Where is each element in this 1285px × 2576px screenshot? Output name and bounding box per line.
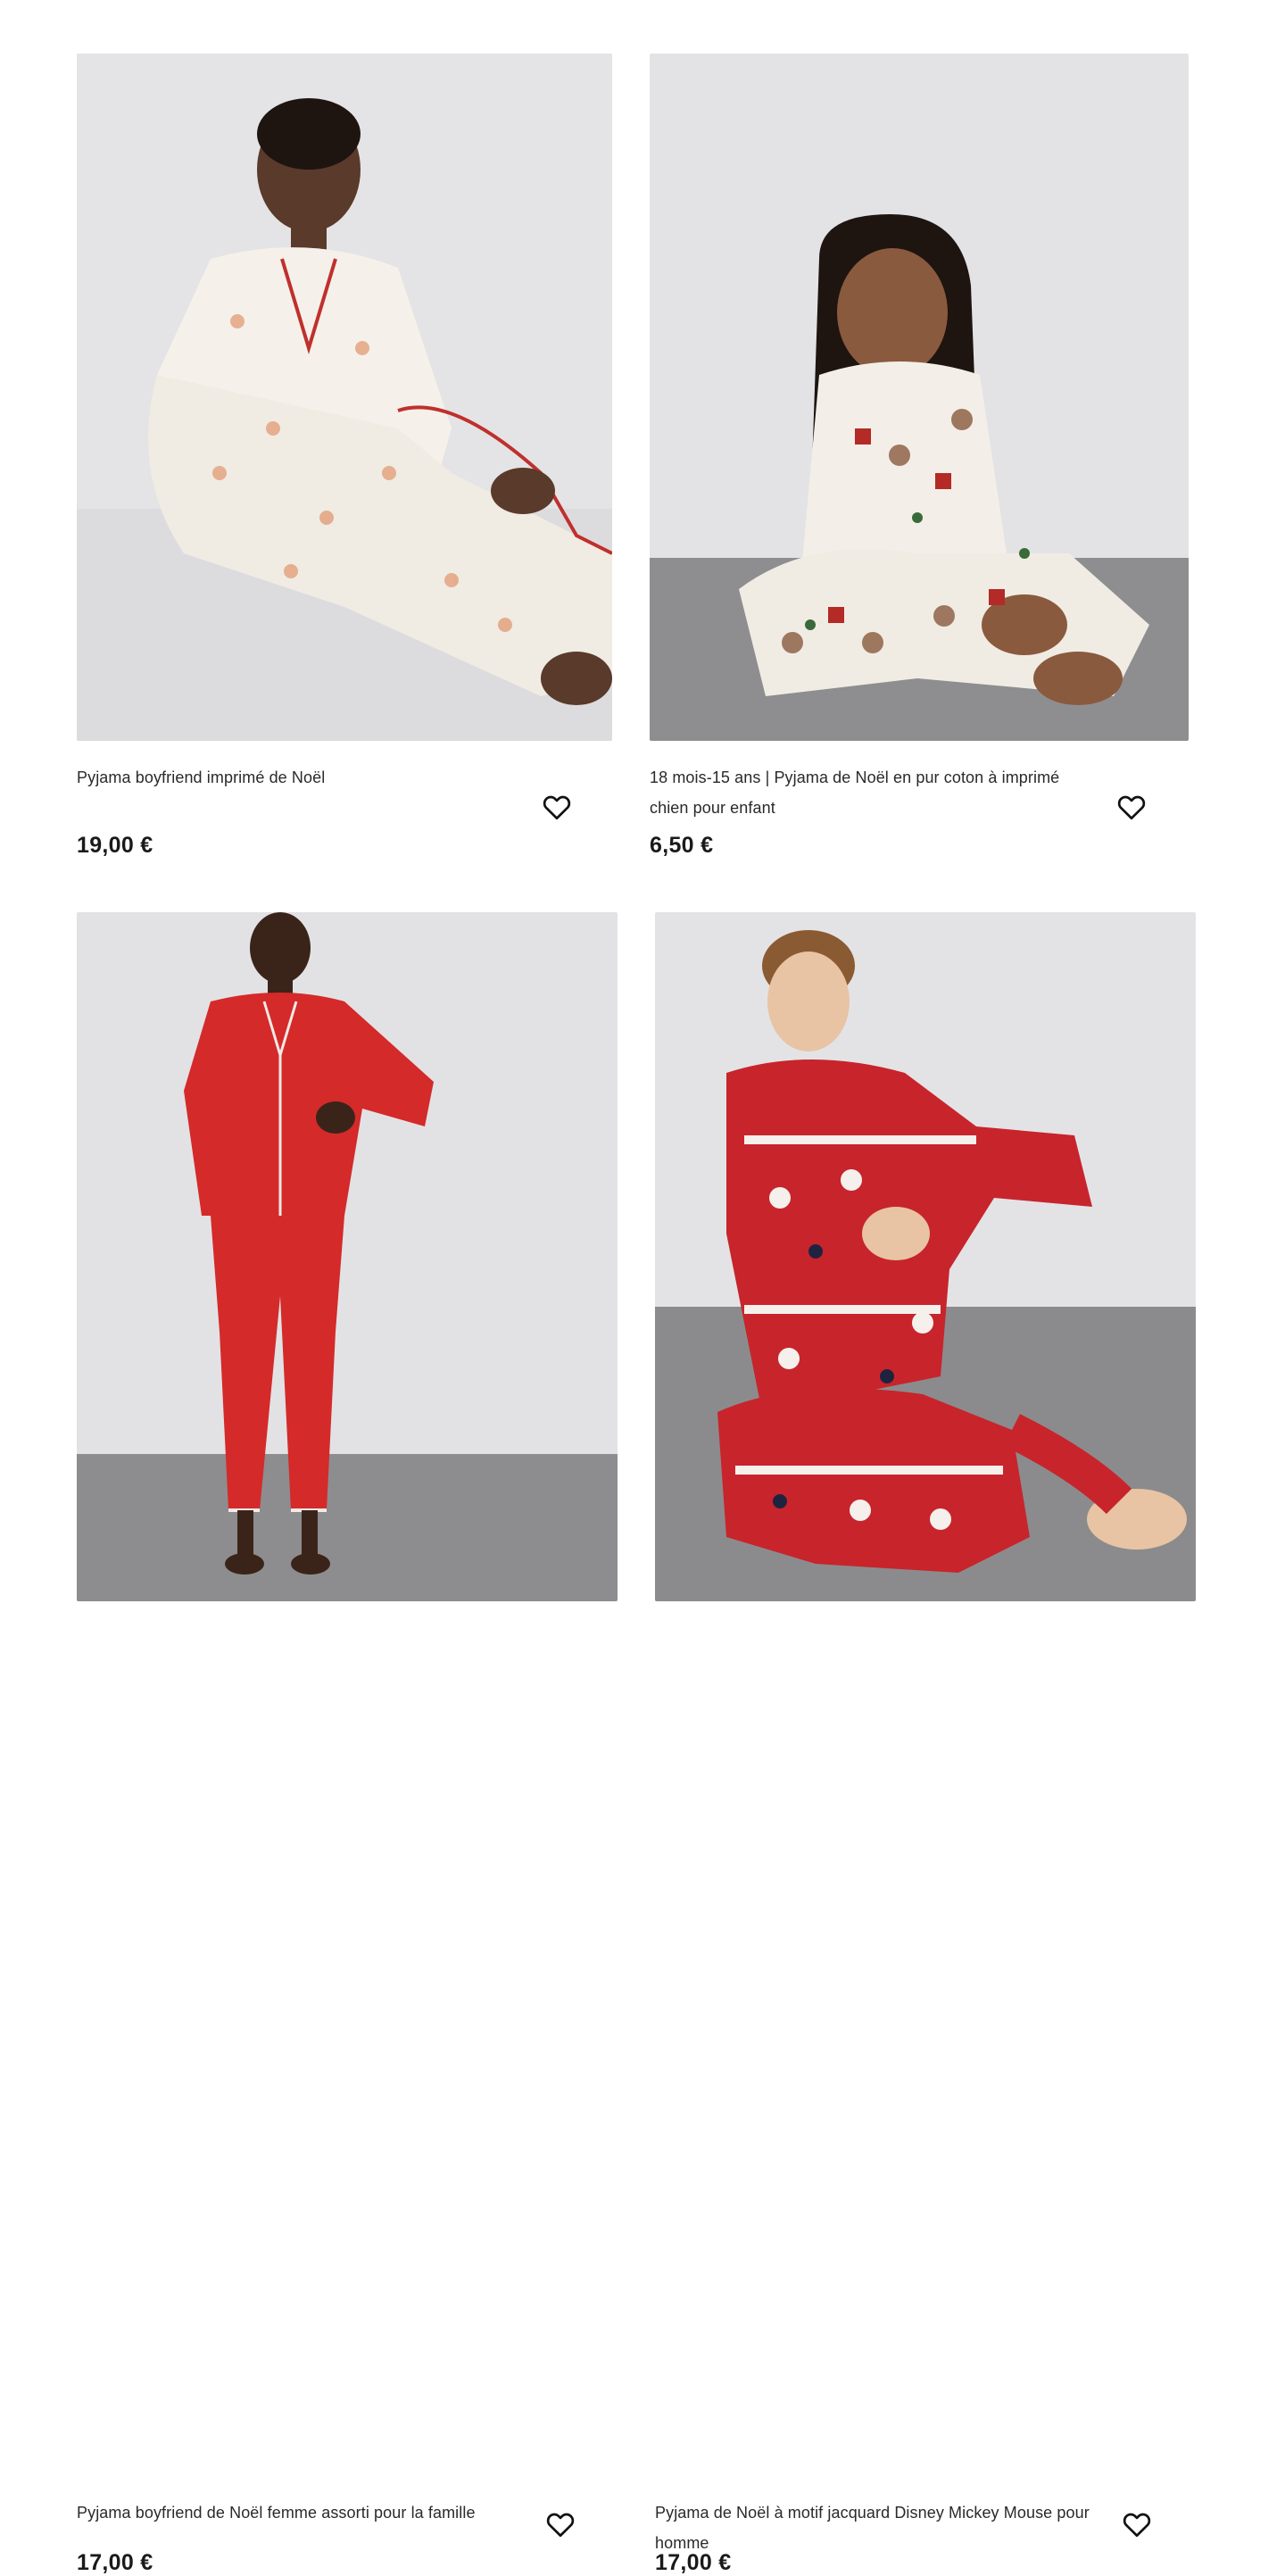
product-title[interactable]: Pyjama boyfriend de Noël femme assorti p… — [77, 2497, 514, 2528]
product-card[interactable]: Pyjama boyfriend imprimé de Noël 19,00 € — [77, 54, 612, 910]
heart-outline-icon — [546, 2513, 575, 2538]
product-price: 19,00 € — [77, 833, 153, 858]
wishlist-button[interactable] — [1114, 789, 1149, 825]
product-image[interactable] — [77, 912, 618, 1601]
product-image[interactable] — [655, 912, 1196, 1601]
product-card[interactable]: Pyjama boyfriend de Noël femme assorti p… — [77, 912, 618, 2575]
heart-outline-icon — [1117, 795, 1146, 820]
product-image[interactable] — [650, 54, 1189, 741]
product-photo-figure — [148, 98, 612, 705]
product-photo-figure — [184, 912, 434, 1575]
product-card[interactable]: 18 mois-15 ans | Pyjama de Noël en pur c… — [650, 54, 1189, 910]
product-price: 6,50 € — [650, 833, 714, 858]
product-title[interactable]: 18 mois-15 ans | Pyjama de Noël en pur c… — [650, 762, 1078, 823]
product-title[interactable]: Pyjama boyfriend imprimé de Noël — [77, 762, 505, 793]
heart-outline-icon — [1123, 2513, 1151, 2538]
product-price: 17,00 € — [77, 2550, 153, 2575]
product-photo-figure — [739, 214, 1149, 705]
heart-outline-icon — [543, 795, 571, 820]
wishlist-button[interactable] — [539, 789, 575, 825]
product-price: 17,00 € — [655, 2550, 732, 2575]
product-image[interactable] — [77, 54, 612, 741]
wishlist-button[interactable] — [1119, 2506, 1155, 2542]
product-card[interactable]: Pyjama de Noël à motif jacquard Disney M… — [655, 912, 1196, 2575]
product-title[interactable]: Pyjama de Noël à motif jacquard Disney M… — [655, 2497, 1092, 2558]
wishlist-button[interactable] — [543, 2506, 578, 2542]
product-photo-figure — [717, 930, 1187, 1573]
